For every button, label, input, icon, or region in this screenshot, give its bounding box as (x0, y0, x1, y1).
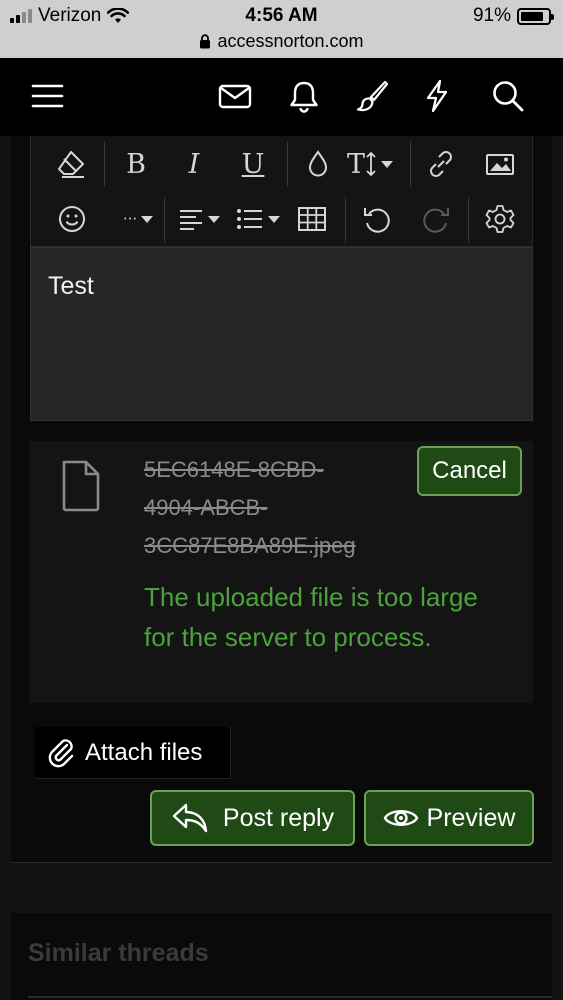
caret-down-icon (268, 215, 280, 223)
battery-percent: 91% (472, 5, 511, 26)
more-options-button[interactable]: ··· (113, 202, 163, 236)
align-left-icon (180, 210, 202, 230)
eraser-icon[interactable] (55, 147, 89, 181)
menu-icon[interactable] (30, 78, 66, 114)
paperclip-icon (48, 738, 74, 767)
toolbar-separator (468, 197, 469, 243)
vertical-arrows-icon (366, 151, 376, 177)
similar-threads-block: Similar threads (11, 913, 552, 1000)
url-bar[interactable]: accessnorton.com (0, 31, 563, 52)
attachment-filename-line: 3CC87E8BA89E.jpeg (144, 533, 356, 558)
toolbar-separator (410, 141, 411, 187)
battery-icon (517, 7, 554, 25)
list-button[interactable] (233, 202, 283, 236)
gear-icon[interactable] (483, 202, 517, 236)
link-icon[interactable] (424, 147, 458, 181)
font-size-label: T (347, 148, 366, 180)
toolbar-separator (345, 197, 346, 243)
battery-group: 91% (472, 5, 554, 27)
undo-icon[interactable] (360, 202, 394, 236)
attach-files-label: Attach files (85, 738, 203, 766)
lock-icon (200, 34, 211, 49)
table-icon[interactable] (295, 202, 329, 236)
font-size-button[interactable]: T (347, 147, 407, 181)
caret-down-icon (141, 215, 154, 223)
message-editor[interactable]: Test (30, 247, 533, 421)
quick-reply-block: B I U T ··· Test 5EC6148E-8CBD- 4904-ABC… (11, 136, 552, 863)
upload-error-message: The uploaded file is too large for the s… (144, 582, 478, 652)
preview-button[interactable]: Preview (364, 790, 534, 846)
toolbar-separator (164, 197, 165, 243)
similar-threads-title: Similar threads (28, 939, 209, 967)
redo-icon[interactable] (419, 202, 453, 236)
brush-icon[interactable] (354, 78, 390, 114)
mail-icon[interactable] (217, 78, 253, 114)
list-icon (237, 209, 262, 229)
cancel-upload-button[interactable]: Cancel (417, 446, 522, 496)
post-reply-button[interactable]: Post reply (150, 790, 355, 846)
page-content: B I U T ··· Test 5EC6148E-8CBD- 4904-ABC… (0, 136, 563, 1000)
attachment-filename-line: 5EC6148E-8CBD- (144, 457, 324, 482)
underline-button[interactable]: U (236, 147, 270, 181)
attachment-upload-row: 5EC6148E-8CBD- 4904-ABCB- 3CC87E8BA89E.j… (30, 441, 533, 703)
text-color-icon[interactable] (301, 147, 335, 181)
bolt-icon[interactable] (419, 78, 455, 114)
url-text: accessnorton.com (217, 31, 364, 51)
more-options-label: ··· (122, 210, 138, 228)
smile-icon[interactable] (55, 202, 89, 236)
bell-icon[interactable] (286, 78, 322, 114)
browser-status-bar: Verizon 4:56 AM 91% accessnorton.com (0, 0, 563, 58)
attachment-filename: 5EC6148E-8CBD- 4904-ABCB- 3CC87E8BA89E.j… (144, 451, 414, 565)
caret-down-icon (381, 160, 394, 168)
image-icon[interactable] (483, 147, 517, 181)
post-reply-label: Post reply (222, 803, 335, 832)
attachment-filename-line: 4904-ABCB- (144, 495, 268, 520)
eye-icon (383, 810, 418, 826)
editor-toolbar: B I U T ··· (30, 136, 533, 247)
preview-label: Preview (426, 803, 516, 832)
file-icon (62, 460, 100, 512)
editor-text: Test (48, 272, 94, 300)
toolbar-separator (287, 141, 288, 187)
attach-files-button[interactable]: Attach files (35, 727, 231, 779)
align-button[interactable] (174, 202, 224, 236)
caret-down-icon (208, 215, 220, 223)
italic-button[interactable]: I (177, 147, 211, 181)
divider (28, 996, 552, 998)
top-nav (0, 58, 563, 136)
reply-icon (172, 803, 208, 833)
toolbar-separator (104, 141, 105, 187)
bold-button[interactable]: B (119, 147, 153, 181)
search-icon[interactable] (490, 78, 526, 114)
